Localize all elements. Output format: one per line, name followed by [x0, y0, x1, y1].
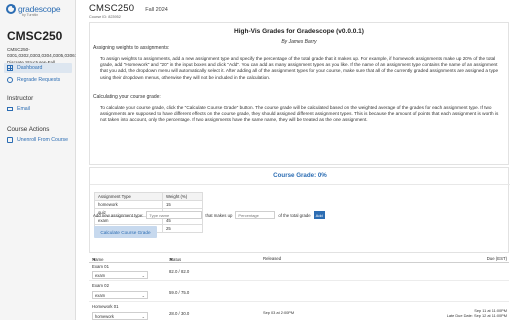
- weight-cell: 25: [162, 224, 203, 233]
- percentage-input[interactable]: [235, 211, 276, 219]
- selected-value: homework: [95, 313, 114, 319]
- mail-icon: [7, 107, 13, 111]
- of-total-label: of the total grade: [278, 212, 311, 218]
- column-header: Assignment Type: [94, 192, 163, 201]
- extension-title: High-Vis Grades for Gradescope (v0.0.0.1…: [234, 28, 364, 35]
- assignment-row: Exam 02 exam ⌄ 59.0 / 75.0: [89, 282, 509, 302]
- assignment-type-select[interactable]: homework ⌄: [92, 312, 148, 320]
- main-content: CMSC250 Fall 2024 Course ID: 823952 High…: [89, 0, 512, 320]
- weights-heading: Assigning weights to assignments:: [93, 45, 170, 51]
- assignment-type-select[interactable]: exam ⌄: [92, 271, 148, 279]
- column-header: Weight (%): [162, 192, 203, 201]
- unenroll-link[interactable]: Unenroll From Course: [0, 135, 76, 145]
- due-column-header[interactable]: Due (EST): [487, 256, 507, 261]
- makes-up-label: that makes up: [205, 212, 233, 218]
- sidebar-item-regrade-requests[interactable]: Regrade Requests: [0, 75, 76, 85]
- sidebar-item-dashboard[interactable]: Dashboard: [4, 63, 72, 73]
- assignment-score: 82.0 / 82.0: [169, 269, 190, 274]
- instructor-heading: Instructor: [7, 95, 34, 102]
- logo-text: gradescope: [18, 3, 61, 14]
- add-assignment-type-row: Add new assignment type: that makes up o…: [93, 211, 325, 219]
- gradescope-logo-icon: [6, 3, 16, 14]
- add-label: Add new assignment type:: [93, 212, 144, 218]
- assignment-score: 28.0 / 30.0: [169, 311, 190, 316]
- page-title: CMSC250: [89, 3, 135, 14]
- dashboard-icon: [7, 65, 13, 71]
- regrade-icon: [7, 77, 13, 83]
- course-actions-heading: Course Actions: [7, 126, 50, 133]
- extension-info-panel: High-Vis Grades for Gradescope (v0.0.0.1…: [89, 22, 509, 165]
- table-row: homework 15: [94, 200, 203, 209]
- due-date: Sep 11 at 11:00PM Late Due Date: Sep 12 …: [447, 308, 507, 318]
- assignment-row: Homework 01 homework ⌄ 28.0 / 30.0 Sep 0…: [89, 303, 509, 320]
- course-grade-display: Course Grade: 0%: [273, 172, 327, 179]
- gradescope-logo[interactable]: gradescope: [0, 0, 75, 14]
- chevron-down-icon: ⌄: [141, 293, 145, 298]
- due-date-late: Late Due Date: Sep 12 at 11:00PM: [446, 313, 507, 319]
- sidebar-item-label: Regrade Requests: [17, 77, 61, 83]
- calc-heading: Calculating your course grade:: [93, 94, 161, 100]
- release-date: Sep 03 at 2:00PM: [263, 310, 295, 315]
- weights-instructions: To assign weights to assignments, add a …: [100, 56, 499, 80]
- weight-cell: 15: [162, 200, 203, 209]
- sidebar-item-label: Dashboard: [17, 65, 43, 71]
- divider: [90, 184, 510, 185]
- assignment-row: Exam 01 exam ⌄ 82.0 / 82.0: [89, 263, 509, 281]
- chevron-down-icon: ⌄: [141, 273, 145, 278]
- course-id: Course ID: 823952: [89, 15, 121, 19]
- column-label: Status: [169, 257, 182, 262]
- assignment-type-select[interactable]: exam ⌄: [92, 291, 148, 299]
- email-instructor-link[interactable]: Email: [0, 104, 76, 114]
- assignment-name-link[interactable]: Exam 02: [92, 283, 109, 288]
- unenroll-icon: [7, 137, 13, 143]
- calculate-grade-button[interactable]: Calculate Course Grade: [94, 226, 157, 238]
- table-header-row: Assignment Type Weight (%): [94, 192, 203, 201]
- unenroll-label: Unenroll From Course: [17, 137, 69, 143]
- add-type-button[interactable]: Add: [313, 211, 325, 219]
- email-label: Email: [17, 106, 30, 112]
- assignment-name-link[interactable]: Homework 01: [92, 304, 119, 309]
- page-header: CMSC250 Fall 2024: [89, 3, 168, 14]
- assignments-header-row: ▼ Name ▼ Status Released Due (EST): [89, 255, 509, 263]
- assignment-name-link[interactable]: Exam 01: [92, 264, 109, 269]
- chevron-down-icon: ⌄: [141, 314, 145, 319]
- released-column-header[interactable]: Released: [263, 256, 281, 261]
- sidebar-course-title: CMSC250: [7, 29, 63, 43]
- assignment-score: 59.0 / 75.0: [169, 290, 190, 295]
- sidebar: gradescope by Turnitin CMSC250 CMSC250-0…: [0, 0, 76, 320]
- calc-instructions: To calculate your course grade, click th…: [100, 105, 499, 123]
- type-name-input[interactable]: [146, 211, 203, 219]
- selected-value: exam: [95, 292, 106, 298]
- course-term: Fall 2024: [145, 7, 168, 13]
- assignment-type-cell: homework: [94, 200, 163, 209]
- column-label: Name: [92, 257, 104, 262]
- selected-value: exam: [95, 272, 106, 278]
- grade-calculator-panel: Course Grade: 0% Assignment Type Weight …: [89, 167, 510, 253]
